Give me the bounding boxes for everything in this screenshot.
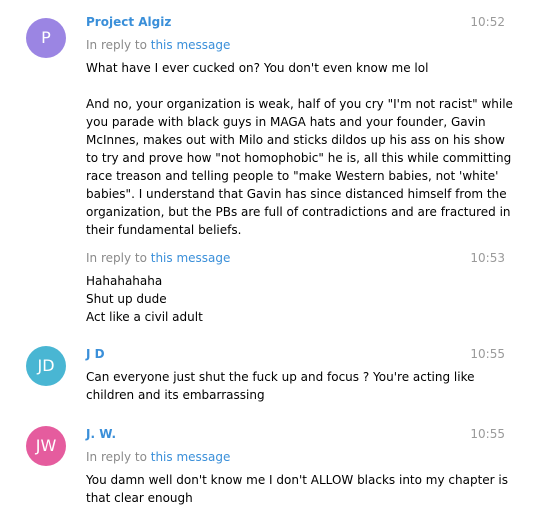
message-time: 10:55 [470, 347, 505, 361]
avatar[interactable]: JD [26, 346, 66, 386]
message-text: Hahahahaha Shut up dude Act like a civil… [86, 274, 203, 324]
reply-reference: In reply to this message [86, 449, 230, 465]
reply-prefix: In reply to [86, 38, 151, 52]
reply-prefix: In reply to [86, 450, 151, 464]
avatar[interactable]: P [26, 18, 66, 58]
sender-name[interactable]: J D [86, 346, 105, 362]
reply-link[interactable]: this message [151, 251, 231, 265]
avatar[interactable]: JW [26, 426, 66, 466]
message-text: Can everyone just shut the fuck up and f… [86, 370, 475, 402]
sender-name[interactable]: Project Algiz [86, 14, 171, 30]
message-time: 10:55 [470, 427, 505, 441]
reply-link[interactable]: this message [151, 450, 231, 464]
sender-name[interactable]: J. W. [86, 426, 116, 442]
message-time: 10:52 [470, 15, 505, 29]
reply-link[interactable]: this message [151, 38, 231, 52]
message-text: What have I ever cucked on? You don't ev… [86, 61, 513, 237]
reply-reference: In reply to this message [86, 37, 230, 53]
reply-reference: In reply to this message [86, 250, 230, 266]
message-text: You damn well don't know me I don't ALLO… [86, 473, 508, 505]
message-time: 10:53 [470, 251, 505, 265]
reply-prefix: In reply to [86, 251, 151, 265]
